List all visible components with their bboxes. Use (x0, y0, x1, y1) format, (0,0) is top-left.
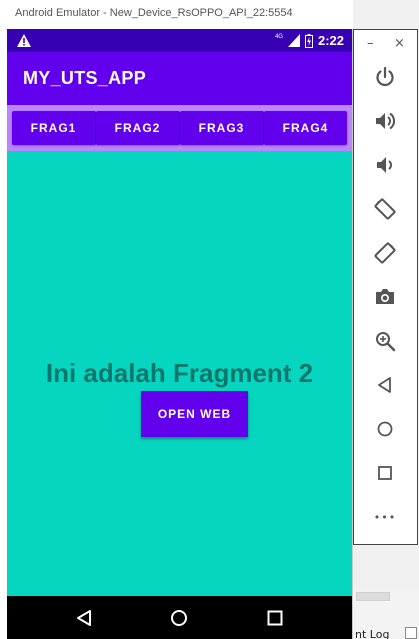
frag1-button[interactable]: FRAG1 (12, 111, 96, 145)
emulator-window: Android Emulator - New_Device_RsOPPO_API… (0, 0, 353, 639)
rotate-right-icon (374, 242, 396, 264)
zoom-in-icon (376, 332, 396, 352)
rotate-right-button[interactable] (372, 240, 398, 266)
app-title: MY_UTS_APP (23, 68, 147, 88)
ide-panel-toggle[interactable] (405, 627, 417, 639)
zoom-button[interactable] (372, 328, 398, 354)
open-web-button[interactable]: OPEN WEB (141, 391, 248, 437)
fragment-container: Ini adalah Fragment 2 OPEN WEB (7, 151, 352, 596)
overview-button[interactable] (372, 460, 398, 486)
panel-header: – × (354, 36, 417, 52)
camera-icon (376, 289, 394, 304)
back-button[interactable] (372, 372, 398, 398)
device-screen: 4G 2:22 MY_UTS_APP FRAG1 FRAG2 FRAG3 FRA… (7, 29, 352, 639)
home-nav-button[interactable] (167, 606, 191, 630)
screenshot-button[interactable] (372, 284, 398, 310)
emulator-titlebar[interactable]: Android Emulator - New_Device_RsOPPO_API… (0, 0, 353, 29)
frag2-button[interactable]: FRAG2 (96, 111, 180, 145)
ide-scrollbar[interactable] (356, 592, 390, 601)
navigation-bar (7, 596, 352, 639)
rotate-left-button[interactable] (372, 196, 398, 222)
frag3-button[interactable]: FRAG3 (180, 111, 264, 145)
back-nav-button[interactable] (72, 606, 96, 630)
volume-down-button[interactable] (372, 152, 398, 178)
warning-icon (17, 34, 31, 47)
fragment-tabs: FRAG1 FRAG2 FRAG3 FRAG4 (12, 111, 347, 145)
home-icon (377, 421, 393, 437)
battery-icon (304, 33, 313, 48)
more-button[interactable]: ••• (372, 504, 398, 530)
fragment-title: Ini adalah Fragment 2 (45, 358, 314, 388)
minimize-button[interactable]: – (367, 36, 374, 52)
signal-icon (287, 34, 300, 47)
emulator-window-title: Android Emulator - New_Device_RsOPPO_API… (15, 7, 293, 19)
frag4-button[interactable]: FRAG4 (264, 111, 347, 145)
power-icon (376, 66, 394, 87)
back-icon (378, 377, 391, 393)
app-bar: MY_UTS_APP (7, 52, 352, 105)
recents-nav-button[interactable] (263, 606, 287, 630)
power-button[interactable] (372, 64, 398, 90)
recents-square-icon (267, 610, 283, 626)
overview-icon (378, 466, 392, 480)
volume-up-icon (376, 112, 396, 130)
status-bar: 4G 2:22 (7, 29, 352, 52)
fragment-tab-strip: FRAG1 FRAG2 FRAG3 FRAG4 (7, 105, 352, 151)
status-time: 2:22 (317, 33, 344, 48)
home-button[interactable] (372, 416, 398, 442)
volume-down-icon (377, 157, 392, 173)
status-icons: 4G 2:22 (275, 32, 344, 49)
ide-log-tab[interactable]: nt Log (355, 628, 389, 639)
emulator-side-panel: – × ••• (353, 29, 418, 545)
back-triangle-icon (77, 610, 91, 626)
rotate-left-icon (374, 198, 396, 220)
network-type-label: 4G (274, 33, 283, 40)
close-button[interactable]: × (394, 36, 405, 52)
home-circle-icon (171, 610, 187, 626)
volume-up-button[interactable] (372, 108, 398, 134)
